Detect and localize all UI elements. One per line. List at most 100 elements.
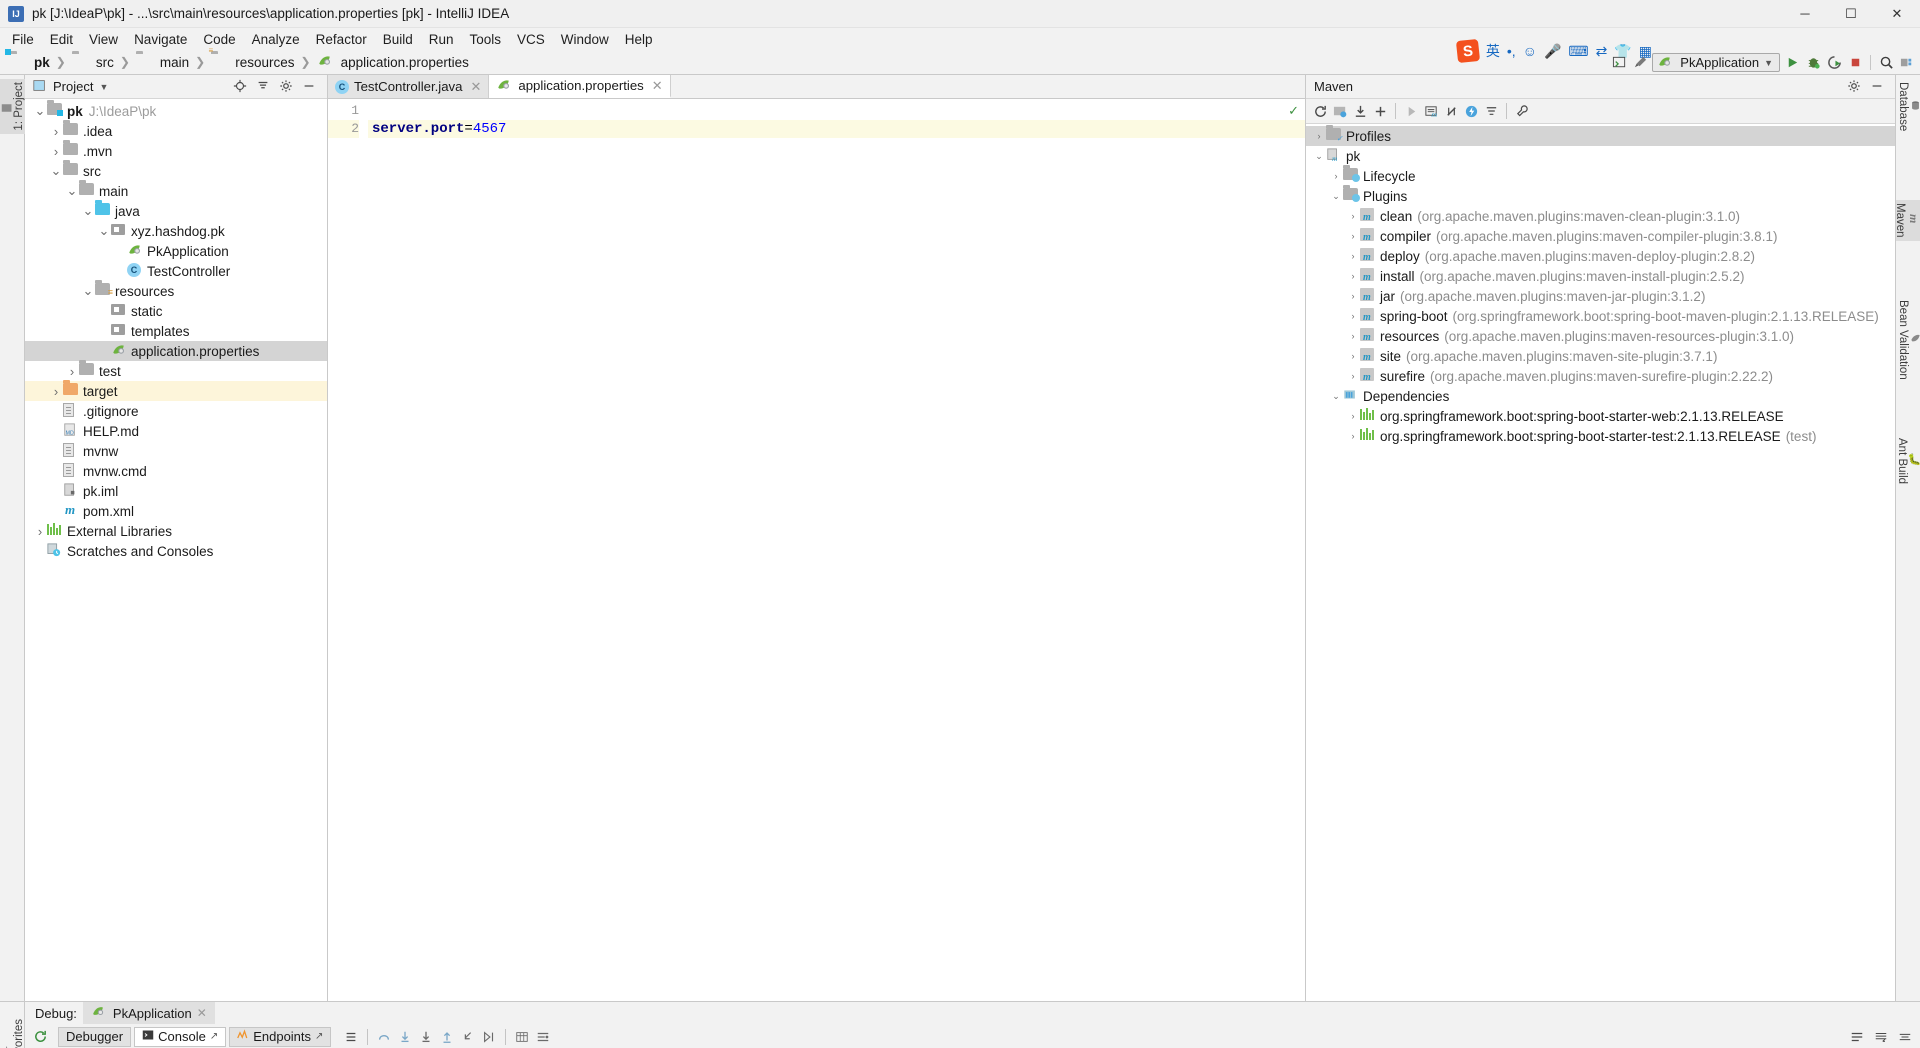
- menu-file[interactable]: File: [4, 30, 42, 49]
- rerun-icon[interactable]: [31, 1028, 49, 1046]
- project-tree-row[interactable]: › .idea: [25, 120, 327, 141]
- chevron-down-icon[interactable]: ⌄: [1329, 191, 1343, 202]
- maven-tree-row[interactable]: ⌄ m pk: [1306, 146, 1895, 166]
- menu-help[interactable]: Help: [617, 30, 661, 49]
- ime-translate-icon[interactable]: ⇄: [1596, 43, 1608, 60]
- detach-icon[interactable]: ↗: [315, 1031, 323, 1042]
- chevron-right-icon[interactable]: ›: [1346, 371, 1360, 381]
- chevron-right-icon[interactable]: ›: [65, 364, 79, 379]
- evaluate-expression-icon[interactable]: [513, 1028, 531, 1046]
- project-tree-row[interactable]: › target: [25, 380, 327, 401]
- maven-tree-row[interactable]: ⌄ Plugins: [1306, 185, 1895, 206]
- minimize-button[interactable]: ─: [1782, 0, 1828, 28]
- debug-icon[interactable]: [1804, 54, 1822, 72]
- chevron-down-icon[interactable]: ⌄: [81, 203, 95, 219]
- chevron-right-icon[interactable]: ›: [1346, 211, 1360, 221]
- menu-tools[interactable]: Tools: [462, 30, 510, 49]
- chevron-right-icon[interactable]: ›: [1346, 331, 1360, 341]
- step-into-icon[interactable]: [396, 1028, 414, 1046]
- chevron-right-icon[interactable]: ›: [1312, 131, 1326, 141]
- project-structure-icon[interactable]: [1898, 54, 1916, 72]
- close-icon[interactable]: ✕: [470, 79, 481, 95]
- debug-session-tab[interactable]: PkApplication ✕: [82, 1002, 215, 1024]
- project-tree-row[interactable]: MD HELP.md: [25, 421, 327, 441]
- tab-console[interactable]: Console ↗: [134, 1026, 227, 1047]
- hide-icon[interactable]: [302, 79, 319, 95]
- run-icon[interactable]: [1783, 54, 1801, 72]
- layout-icon[interactable]: [534, 1028, 552, 1046]
- chevron-right-icon[interactable]: ›: [1346, 351, 1360, 361]
- maven-tree-row[interactable]: › install(org.apache.maven.plugins:maven-…: [1306, 266, 1895, 286]
- maven-tree-row[interactable]: › ✓ Profiles: [1306, 125, 1895, 146]
- chevron-right-icon[interactable]: ›: [1346, 311, 1360, 321]
- project-tree-row[interactable]: ⌄ ≡ resources: [25, 280, 327, 301]
- chevron-down-icon[interactable]: ⌄: [97, 223, 111, 239]
- chevron-right-icon[interactable]: ›: [33, 524, 47, 539]
- chevron-right-icon[interactable]: ›: [1346, 411, 1360, 421]
- maven-tree-row[interactable]: › resources(org.apache.maven.plugins:mave…: [1306, 326, 1895, 346]
- menu-view[interactable]: View: [81, 30, 126, 49]
- ime-punctuation-icon[interactable]: •,: [1507, 43, 1516, 59]
- reimport-icon[interactable]: [1311, 102, 1329, 120]
- toggle-offline-icon[interactable]: [1462, 102, 1480, 120]
- maven-tree-row[interactable]: › clean(org.apache.maven.plugins:maven-cl…: [1306, 206, 1895, 226]
- project-tree-row[interactable]: › .mvn: [25, 140, 327, 161]
- breadcrumb-main[interactable]: main: [132, 53, 193, 71]
- maven-tree-row[interactable]: › org.springframework.boot:spring-boot-st…: [1306, 406, 1895, 426]
- inspection-status-icon[interactable]: ✓: [1288, 103, 1299, 119]
- project-tree-row[interactable]: PkApplication: [25, 241, 327, 261]
- project-tree[interactable]: ⌄ pk J:\IdeaP\pk › .idea › .mvn ⌄ src ⌄ main ⌄ java ⌄…: [25, 99, 327, 1001]
- chevron-right-icon[interactable]: ›: [49, 144, 63, 159]
- breadcrumb-pk[interactable]: pk: [5, 49, 54, 71]
- maven-tree-row[interactable]: › compiler(org.apache.maven.plugins:maven…: [1306, 226, 1895, 246]
- ime-voice-icon[interactable]: 🎤: [1544, 43, 1561, 60]
- run-with-coverage-icon[interactable]: [1825, 54, 1843, 72]
- chevron-right-icon[interactable]: ›: [1329, 171, 1343, 181]
- collapse-all-icon[interactable]: [256, 79, 273, 95]
- show-frames-icon[interactable]: [342, 1028, 360, 1046]
- gear-icon[interactable]: [279, 79, 296, 95]
- menu-code[interactable]: Code: [195, 30, 243, 49]
- maven-tree-row[interactable]: › surefire(org.apache.maven.plugins:maven…: [1306, 366, 1895, 386]
- project-tree-row[interactable]: ⌄ main: [25, 180, 327, 201]
- maven-tree-row[interactable]: › jar(org.apache.maven.plugins:maven-jar-…: [1306, 286, 1895, 306]
- chevron-down-icon[interactable]: ⌄: [65, 183, 79, 199]
- ime-language-icon[interactable]: 英: [1486, 41, 1500, 61]
- project-tree-row[interactable]: C TestController: [25, 261, 327, 281]
- force-step-into-icon[interactable]: [417, 1028, 435, 1046]
- project-tree-row[interactable]: templates: [25, 321, 327, 341]
- project-tree-row[interactable]: pk.iml: [25, 481, 327, 501]
- close-icon[interactable]: ✕: [652, 78, 663, 94]
- chevron-down-icon[interactable]: ⌄: [81, 283, 95, 299]
- chevron-down-icon[interactable]: ⌄: [1312, 151, 1326, 162]
- run-maven-build-icon[interactable]: [1402, 102, 1420, 120]
- close-button[interactable]: ✕: [1874, 0, 1920, 28]
- hide-icon[interactable]: [1870, 79, 1887, 95]
- collapse-all-icon[interactable]: [1482, 102, 1500, 120]
- maven-tree-row[interactable]: › Lifecycle: [1306, 165, 1895, 186]
- run-configuration-selector[interactable]: PkApplication ▼: [1652, 53, 1780, 72]
- chevron-right-icon[interactable]: ›: [1346, 271, 1360, 281]
- chevron-down-icon[interactable]: ▼: [99, 82, 108, 92]
- generate-sources-icon[interactable]: [1331, 102, 1349, 120]
- add-maven-project-icon[interactable]: [1371, 102, 1389, 120]
- sidebar-item-project[interactable]: 1: Project: [0, 79, 25, 134]
- menu-edit[interactable]: Edit: [42, 30, 81, 49]
- tab-application-properties[interactable]: application.properties ✕: [489, 75, 671, 98]
- soft-wrap-icon[interactable]: [1848, 1028, 1866, 1046]
- chevron-right-icon[interactable]: ›: [1346, 291, 1360, 301]
- code-editor[interactable]: 1 2 server.port=4567 ✓: [328, 99, 1305, 1001]
- chevron-right-icon[interactable]: ›: [49, 124, 63, 139]
- project-tree-row[interactable]: › test: [25, 360, 327, 381]
- project-tree-row[interactable]: Scratches and Consoles: [25, 541, 327, 561]
- sidebar-item-ant-build[interactable]: 🐛 Ant Build: [1896, 435, 1920, 487]
- project-tree-row[interactable]: ⌄ pk J:\IdeaP\pk: [25, 100, 327, 121]
- maven-tree[interactable]: ›✓Profiles⌄mpk›Lifecycle⌄Plugins›clean(o…: [1306, 124, 1895, 1001]
- project-tree-row[interactable]: mvnw.cmd: [25, 461, 327, 481]
- chevron-down-icon[interactable]: ⌄: [49, 163, 63, 179]
- project-tree-row[interactable]: ⌄ java: [25, 200, 327, 221]
- project-tree-row[interactable]: ⌄ xyz.hashdog.pk: [25, 221, 327, 241]
- gear-icon[interactable]: [1847, 79, 1864, 95]
- scroll-to-end-icon[interactable]: [1872, 1028, 1890, 1046]
- code-line-2[interactable]: server.port=4567: [368, 120, 1305, 138]
